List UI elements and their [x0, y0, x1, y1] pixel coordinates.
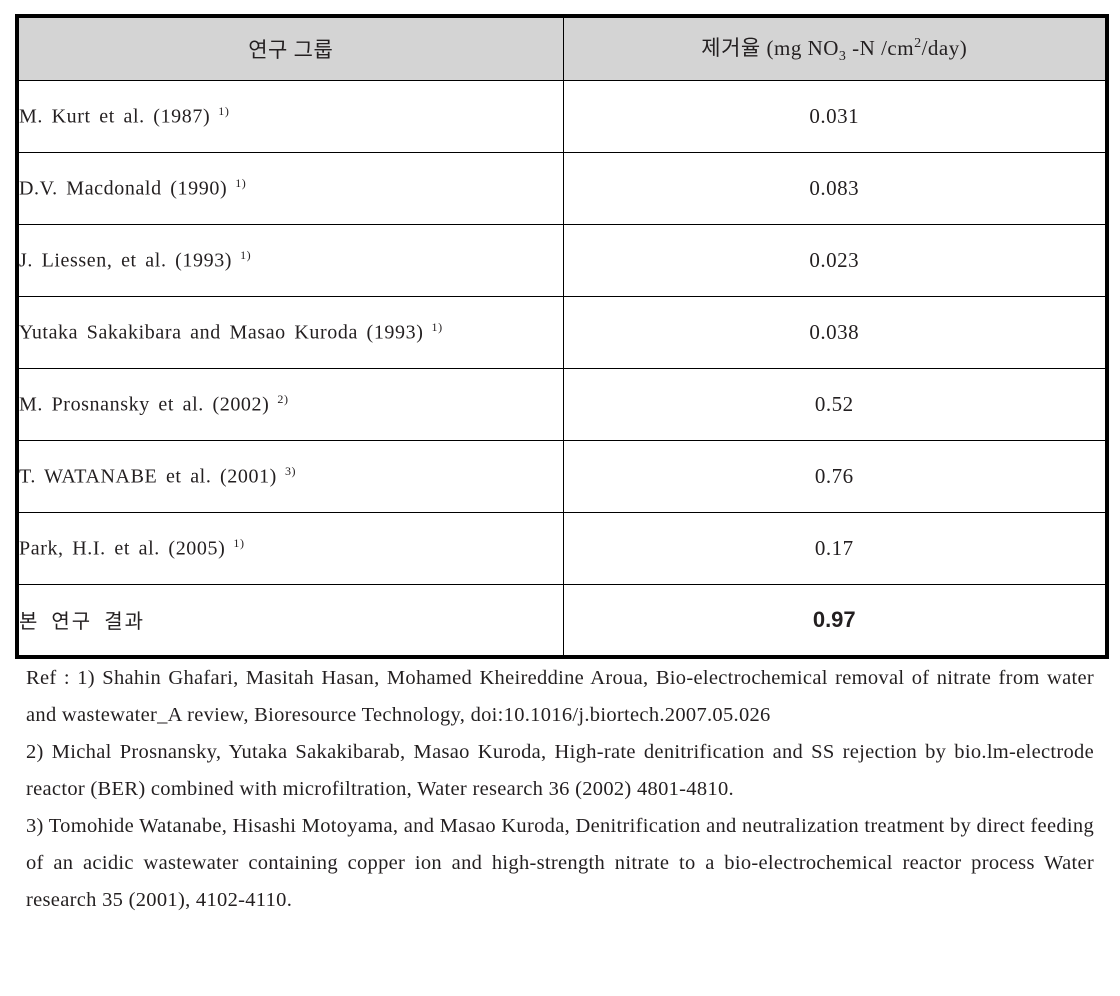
cell-research-group: M. Prosnansky et al. (2002) 2): [16, 368, 564, 441]
nitrate-removal-rate-table: 연구 그룹 제거율 (mg NO3 -N /cm2/day) M. Kurt e…: [15, 14, 1109, 659]
cell-removal-rate: 0.031: [562, 80, 1108, 153]
removal-rate-superscript: 2: [914, 36, 922, 52]
research-group-label: T. WATANABE et al. (2001): [19, 465, 277, 488]
reference-marker: 1): [218, 104, 230, 119]
research-group-label: D.V. Macdonald (1990): [19, 177, 228, 200]
removal-rate-label-prefix: 제거율 (mg NO: [701, 36, 839, 61]
research-group-label: 본 연구 결과: [19, 611, 145, 634]
reference-marker: 2): [277, 392, 289, 407]
cell-research-group: Yutaka Sakakibara and Masao Kuroda (1993…: [16, 296, 564, 369]
table-row: Park, H.I. et al. (2005) 1) 0.17: [16, 512, 1108, 585]
comparison-table-container: 연구 그룹 제거율 (mg NO3 -N /cm2/day) M. Kurt e…: [15, 14, 1109, 659]
reference-marker: 1): [240, 248, 252, 263]
reference-item-3: 3) Tomohide Watanabe, Hisashi Motoyama, …: [26, 815, 1094, 911]
table-row: D.V. Macdonald (1990) 1) 0.083: [16, 152, 1108, 225]
table-row: J. Liessen, et al. (1993) 1) 0.023: [16, 224, 1108, 297]
reference-list: Ref : 1) Shahin Ghafari, Masitah Hasan, …: [26, 660, 1094, 919]
research-group-label: Park, H.I. et al. (2005): [19, 537, 226, 560]
research-group-label: Yutaka Sakakibara and Masao Kuroda (1993…: [19, 321, 424, 344]
table-row: M. Kurt et al. (1987) 1) 0.031: [16, 80, 1108, 153]
cell-removal-rate: 0.76: [562, 440, 1108, 513]
table-row: M. Prosnansky et al. (2002) 2) 0.52: [16, 368, 1108, 441]
table-header: 연구 그룹 제거율 (mg NO3 -N /cm2/day): [16, 15, 1108, 81]
table-body: M. Kurt et al. (1987) 1) 0.031 D.V. Macdona…: [16, 80, 1108, 657]
table-row: T. WATANABE et al. (2001) 3) 0.76: [16, 440, 1108, 513]
reference-marker: 1): [235, 176, 247, 191]
cell-research-group: 본 연구 결과: [16, 584, 564, 657]
column-header-research-group: 연구 그룹: [16, 15, 564, 81]
column-header-removal-rate: 제거율 (mg NO3 -N /cm2/day): [562, 15, 1108, 81]
table-row: 본 연구 결과 0.97: [16, 584, 1108, 657]
table-row: Yutaka Sakakibara and Masao Kuroda (1993…: [16, 296, 1108, 369]
cell-research-group: M. Kurt et al. (1987) 1): [16, 80, 564, 153]
cell-removal-rate: 0.17: [562, 512, 1108, 585]
document-page: 연구 그룹 제거율 (mg NO3 -N /cm2/day) M. Kurt e…: [0, 0, 1120, 996]
cell-removal-rate: 0.038: [562, 296, 1108, 369]
table-header-row: 연구 그룹 제거율 (mg NO3 -N /cm2/day): [16, 15, 1108, 81]
cell-research-group: J. Liessen, et al. (1993) 1): [16, 224, 564, 297]
reference-marker: 1): [233, 536, 245, 551]
cell-research-group: Park, H.I. et al. (2005) 1): [16, 512, 564, 585]
research-group-label: M. Prosnansky et al. (2002): [19, 393, 270, 416]
removal-rate-label-suffix: /day): [921, 36, 968, 61]
reference-marker: 1): [431, 320, 443, 335]
removal-rate-label-mid: -N /cm: [846, 36, 915, 61]
research-group-label: J. Liessen, et al. (1993): [19, 249, 233, 272]
reference-marker: 3): [284, 464, 297, 479]
cell-removal-rate: 0.083: [562, 152, 1108, 225]
reference-item-1: Ref : 1) Shahin Ghafari, Masitah Hasan, …: [26, 667, 1094, 726]
cell-removal-rate: 0.023: [562, 224, 1108, 297]
cell-removal-rate-this-study: 0.97: [562, 584, 1108, 657]
cell-research-group: D.V. Macdonald (1990) 1): [16, 152, 564, 225]
research-group-label: M. Kurt et al. (1987): [19, 105, 211, 128]
reference-item-2: 2) Michal Prosnansky, Yutaka Sakakibarab…: [26, 741, 1094, 800]
cell-research-group: T. WATANABE et al. (2001) 3): [16, 440, 564, 513]
cell-removal-rate: 0.52: [562, 368, 1108, 441]
